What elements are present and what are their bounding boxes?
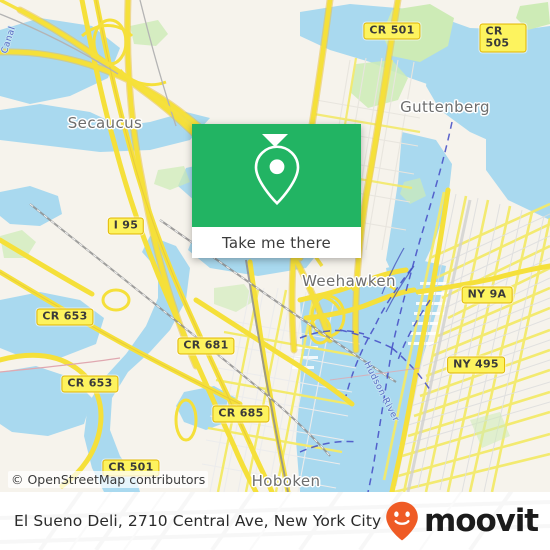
osm-attribution[interactable]: © OpenStreetMap contributors <box>8 471 209 488</box>
moovit-map-screenshot: Secaucus Guttenberg Weehawken Hoboken Canal… <box>0 0 550 550</box>
take-me-there-label: Take me there <box>222 233 331 252</box>
place-title: El Sueno Deli, 2710 Central Ave, New Yor… <box>14 512 382 530</box>
moovit-brand[interactable]: moovit <box>385 501 539 541</box>
popup-action-bar[interactable]: Take me there <box>192 227 361 258</box>
footer-bar: El Sueno Deli, 2710 Central Ave, New Yor… <box>0 492 550 550</box>
popup-pointer-tail <box>262 134 288 147</box>
road-shield-cr-653: CR 653 <box>36 308 94 326</box>
moovit-wordmark: moovit <box>424 502 539 539</box>
road-shield-cr-685: CR 685 <box>212 405 270 423</box>
road-shield-cr-681: CR 681 <box>177 337 235 355</box>
road-shield-i-95: I 95 <box>107 217 145 235</box>
location-pin-icon <box>254 144 299 205</box>
road-shield-cr-505: CR 505 <box>479 23 527 53</box>
road-shield-cr-653: CR 653 <box>61 375 119 393</box>
moovit-smiley-pin-icon <box>386 501 418 541</box>
road-shield-ny-495: NY 495 <box>447 356 505 374</box>
road-shield-ny-9a: NY 9A <box>461 286 513 304</box>
road-shield-cr-501: CR 501 <box>363 22 421 40</box>
